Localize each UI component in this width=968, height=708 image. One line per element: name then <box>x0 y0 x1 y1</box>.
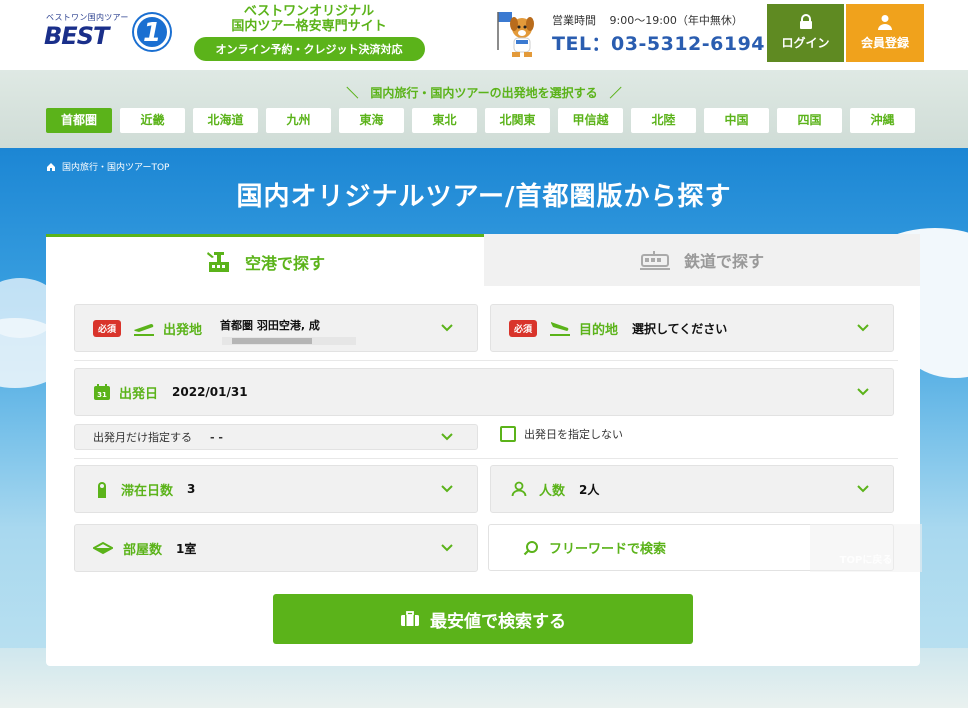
tab-railway[interactable]: 鉄道で探す <box>484 234 920 286</box>
chevron-down-icon <box>441 433 453 441</box>
divider <box>74 458 898 459</box>
plane-takeoff-icon <box>134 323 155 336</box>
people-value: 2人 <box>579 482 600 497</box>
business-hours: 営業時間 9:00～19:00（年中無休） <box>552 12 743 28</box>
airport-tower-icon <box>206 251 229 272</box>
freeword-label: フリーワードで検索 <box>549 542 667 557</box>
region-button[interactable]: 甲信越 <box>558 108 623 133</box>
required-badge: 必須 <box>93 319 122 337</box>
region-button[interactable]: 首都圏 <box>46 108 112 133</box>
region-title: ＼ 国内旅行・国内ツアーの出発地を選択する ／ <box>346 86 622 100</box>
no-date-checkbox[interactable]: 出発日を指定しない <box>500 426 623 442</box>
hours-label: 営業時間 <box>552 14 596 27</box>
tagline-line-2: 国内ツアー格安専門サイト <box>231 19 387 34</box>
tab-airport-label: 空港で探す <box>244 253 325 273</box>
tab-airport[interactable]: 空港で探す <box>46 234 484 286</box>
departure-select[interactable]: 必須 出発地 首都圏 羽田空港, 成 <box>74 304 478 352</box>
region-button[interactable]: 沖縄 <box>850 108 915 133</box>
plane-landing-icon <box>550 322 571 336</box>
logo-number: 1 <box>134 14 170 50</box>
member-label: 会員登録 <box>860 36 909 50</box>
destination-label: 目的地 <box>579 322 619 338</box>
departure-date-value: 2022/01/31 <box>172 385 248 399</box>
departure-value: 首都圏 羽田空港, 成 <box>220 319 320 332</box>
chevron-down-icon <box>857 485 869 493</box>
search-icon <box>523 540 538 555</box>
chevron-down-icon <box>857 324 869 332</box>
rooms-label: 部屋数 <box>123 542 163 558</box>
stay-days-label: 滞在日数 <box>121 483 174 499</box>
search-submit-button[interactable]: 最安値で検索する <box>273 594 693 644</box>
hours-value: 9:00～19:00（年中無休） <box>609 14 743 27</box>
chevron-down-icon <box>857 388 869 396</box>
user-icon <box>878 15 892 30</box>
departure-month-select[interactable]: 出発月だけ指定する - - <box>74 424 478 450</box>
required-badge: 必須 <box>509 319 538 337</box>
mascot-dog-icon <box>497 12 534 57</box>
month-only-label: 出発月だけ指定する <box>93 431 192 444</box>
month-only-value: - - <box>210 430 223 444</box>
lock-icon <box>799 14 812 29</box>
region-button[interactable]: 近畿 <box>120 108 185 133</box>
departure-value-box: 首都圏 羽田空港, 成 <box>220 311 360 345</box>
region-button[interactable]: 東海 <box>339 108 404 133</box>
destination-select[interactable]: 必須 目的地 選択してください <box>490 304 894 352</box>
chevron-down-icon <box>441 544 453 552</box>
site-tagline: ベストワンオリジナル 国内ツアー格安専門サイト オンライン予約・クレジット決済対… <box>178 4 440 61</box>
logo-text: BEST <box>44 22 109 50</box>
departure-date-select[interactable]: 31 出発日 2022/01/31 <box>74 368 894 416</box>
breadcrumb: 国内旅行・国内ツアーTOP <box>46 160 169 173</box>
tagline-line-1: ベストワンオリジナル <box>243 4 375 19</box>
region-button[interactable]: 北陸 <box>631 108 696 133</box>
departure-label: 出発地 <box>163 322 203 338</box>
member-register-button[interactable]: 会員登録 <box>846 4 924 62</box>
login-label: ログイン <box>781 36 830 50</box>
stay-days-select[interactable]: 滞在日数 3 <box>74 465 478 513</box>
bed-icon <box>93 541 113 555</box>
search-submit-label: 最安値で検索する <box>430 611 566 632</box>
search-panel: 空港で探す 鉄道で探す 必須 出発地 首都圏 羽田空港, 成 必須 目的地 選択… <box>46 234 922 666</box>
train-icon <box>639 251 670 270</box>
site-logo[interactable]: ベストワン国内ツアー BEST 1 <box>44 10 170 50</box>
tab-railway-label: 鉄道で探す <box>683 252 764 271</box>
door-hanger-icon <box>98 482 106 498</box>
region-button[interactable]: 北関東 <box>485 108 550 133</box>
site-header: ベストワン国内ツアー BEST 1 ベストワンオリジナル 国内ツアー格安専門サイ… <box>0 0 968 70</box>
chevron-down-icon <box>441 485 453 493</box>
breadcrumb-link[interactable]: 国内旅行・国内ツアーTOP <box>62 160 169 173</box>
region-list: 首都圏 近畿 北海道 九州 東海 東北 北関東 甲信越 北陸 中国 四国 沖縄 <box>46 108 915 133</box>
page-title: 国内オリジナルツアー/首都圏版から探す <box>236 182 732 212</box>
divider <box>74 360 898 361</box>
region-button[interactable]: 中国 <box>704 108 769 133</box>
people-select[interactable]: 人数 2人 <box>490 465 894 513</box>
login-button[interactable]: ログイン <box>767 4 844 62</box>
person-icon <box>511 481 527 497</box>
calendar-icon: 31 <box>94 384 110 400</box>
hero-section: 国内旅行・国内ツアーTOP 国内オリジナルツアー/首都圏版から探す 空港で探す <box>0 148 968 708</box>
rooms-select[interactable]: 部屋数 1室 <box>74 524 478 572</box>
destination-value: 選択してください <box>632 321 728 336</box>
suitcase-icon <box>401 611 419 626</box>
scrollbar-thumb[interactable] <box>232 338 313 344</box>
calendar-day: 31 <box>97 391 107 399</box>
chevron-down-icon <box>441 324 453 332</box>
region-button[interactable]: 北海道 <box>193 108 258 133</box>
phone-number[interactable]: TEL：03-5312-6194 <box>552 29 765 56</box>
region-selector: ＼ 国内旅行・国内ツアーの出発地を選択する ／ 首都圏 近畿 北海道 九州 東海 東北 北関… <box>0 70 968 148</box>
stay-days-value: 3 <box>187 482 196 496</box>
departure-date-label: 出発日 <box>119 386 159 402</box>
back-to-top-button[interactable]: TOPに戻る <box>810 524 922 572</box>
tagline-pill: オンライン予約・クレジット決済対応 <box>193 37 425 61</box>
region-button[interactable]: 四国 <box>777 108 842 133</box>
departure-scrollbar[interactable] <box>222 337 357 345</box>
region-button[interactable]: 九州 <box>266 108 331 133</box>
region-button[interactable]: 東北 <box>412 108 477 133</box>
people-label: 人数 <box>539 483 566 499</box>
home-icon <box>47 162 55 171</box>
rooms-value: 1室 <box>176 541 197 556</box>
no-date-label: 出発日を指定しない <box>524 428 623 441</box>
checkbox-box[interactable] <box>500 426 516 442</box>
